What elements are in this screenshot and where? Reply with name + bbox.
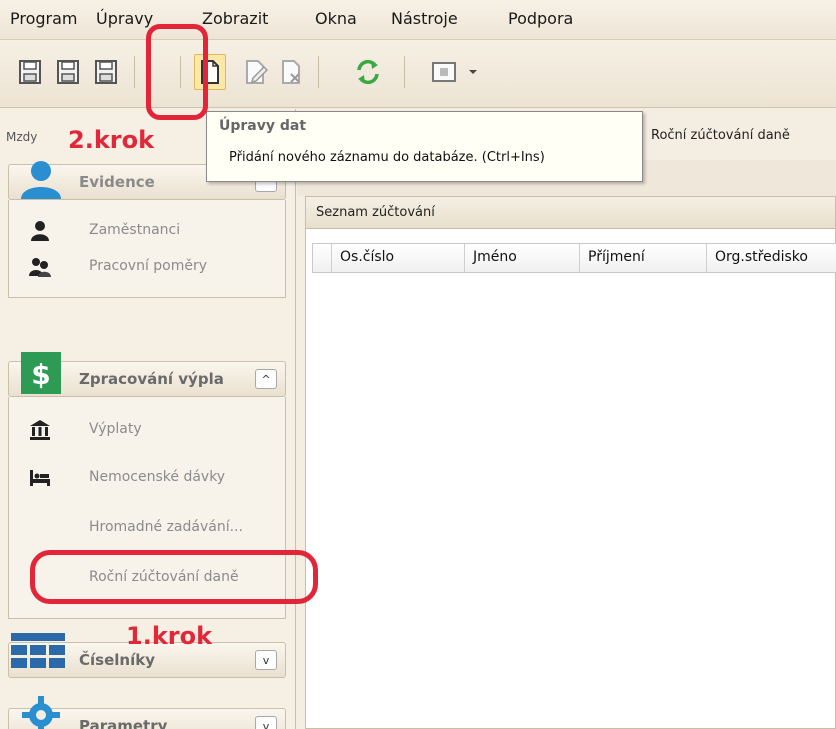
svg-text:$: $ [31, 358, 50, 391]
tooltip-title: Úpravy dat [219, 118, 307, 134]
bank-icon [30, 420, 50, 440]
view-icon [432, 62, 456, 82]
sidebar-group-title: Číselníky [79, 651, 155, 669]
save-as-icon [95, 60, 117, 84]
save-all-button[interactable] [52, 54, 84, 90]
dollar-icon: $ [21, 352, 61, 394]
column-header-org-stredisko[interactable]: Org.středisko [706, 244, 836, 272]
delete-record-icon [282, 60, 300, 84]
delete-record-button[interactable] [276, 54, 308, 90]
expand-icon[interactable]: v [255, 716, 277, 729]
menu-bar: Program Úpravy Zobrazit Okna Nástroje Po… [0, 0, 836, 40]
breadcrumb: Mzdy [6, 130, 38, 144]
sidebar-group-body: Zaměstnanci Pracovní poměry [8, 200, 286, 298]
employment-relations-icon [29, 258, 51, 277]
column-header-jmeno[interactable]: Jméno [464, 244, 549, 272]
view-dropdown-button[interactable] [466, 54, 480, 90]
sidebar-item-hromadne-zadavani[interactable]: Hromadné zadávání... [89, 519, 243, 535]
table-grid-icon [11, 633, 65, 668]
column-header-prijmeni[interactable]: Příjmení [579, 244, 699, 272]
edit-record-icon [246, 60, 268, 84]
save-icon [19, 60, 41, 84]
toolbar-separator [318, 56, 319, 88]
menu-program[interactable]: Program [10, 9, 78, 28]
gear-icon [22, 696, 60, 729]
panel-header: Seznam zúčtování [306, 197, 835, 229]
breadcrumb-current: Roční zúčtování daně [651, 128, 790, 143]
view-button[interactable] [428, 54, 460, 90]
sidebar-group-title: Evidence [79, 173, 155, 191]
tooltip: Úpravy dat Přidání nového záznamu do dat… [206, 111, 643, 182]
collapse-icon[interactable]: ^ [255, 369, 277, 389]
toolbar-separator [134, 56, 135, 88]
dropdown-arrow-icon [469, 70, 477, 74]
edit-record-button[interactable] [240, 54, 272, 90]
sidebar-group-zpracovani-vyplat[interactable]: $ Zpracování výpla ^ [8, 352, 286, 397]
tooltip-text: Přidání nového záznamu do databáze. (Ctr… [229, 150, 545, 165]
employee-icon [31, 221, 49, 241]
column-header-os-cislo[interactable]: Os.číslo [331, 244, 435, 272]
sidebar-item-vyplaty[interactable]: Výplaty [89, 421, 142, 437]
refresh-button[interactable] [352, 54, 384, 90]
menu-zobrazit[interactable]: Zobrazit [202, 9, 268, 28]
list-panel: Seznam zúčtování Os.číslo Jméno Příjmení… [305, 196, 836, 729]
menu-nastroje[interactable]: Nástroje [391, 9, 458, 28]
annotation-step2: 2.krok [68, 126, 155, 154]
sidebar-item-nemocenske-davky[interactable]: Nemocenské dávky [89, 469, 225, 485]
annotation-highlight-rocni-zuctovani [30, 550, 318, 604]
sidebar-group-parametry[interactable]: Parametry v [8, 696, 286, 729]
sidebar-item-pracovni-pomery[interactable]: Pracovní poměry [89, 258, 207, 274]
refresh-icon [357, 59, 379, 85]
sidebar-group-title: Parametry [79, 717, 168, 729]
panel-title: Seznam zúčtování [316, 205, 435, 220]
grid-header: Os.číslo Jméno Příjmení Org.středisko [312, 243, 836, 273]
toolbar [0, 40, 836, 108]
annotation-highlight-new-button [146, 24, 208, 120]
person-icon [21, 161, 61, 199]
save-as-button[interactable] [90, 54, 122, 90]
toolbar-separator [404, 56, 405, 88]
expand-icon[interactable]: v [255, 650, 277, 670]
menu-podpora[interactable]: Podpora [508, 9, 573, 28]
menu-okna[interactable]: Okna [315, 9, 357, 28]
save-all-icon [57, 60, 79, 84]
save-button[interactable] [14, 54, 46, 90]
menu-upravy[interactable]: Úpravy [96, 9, 153, 28]
sidebar-item-zamestnanci[interactable]: Zaměstnanci [89, 222, 180, 238]
sidebar-group-title: Zpracování výpla [79, 370, 224, 388]
annotation-step1: 1.krok [126, 622, 213, 650]
sick-bed-icon [30, 470, 50, 486]
